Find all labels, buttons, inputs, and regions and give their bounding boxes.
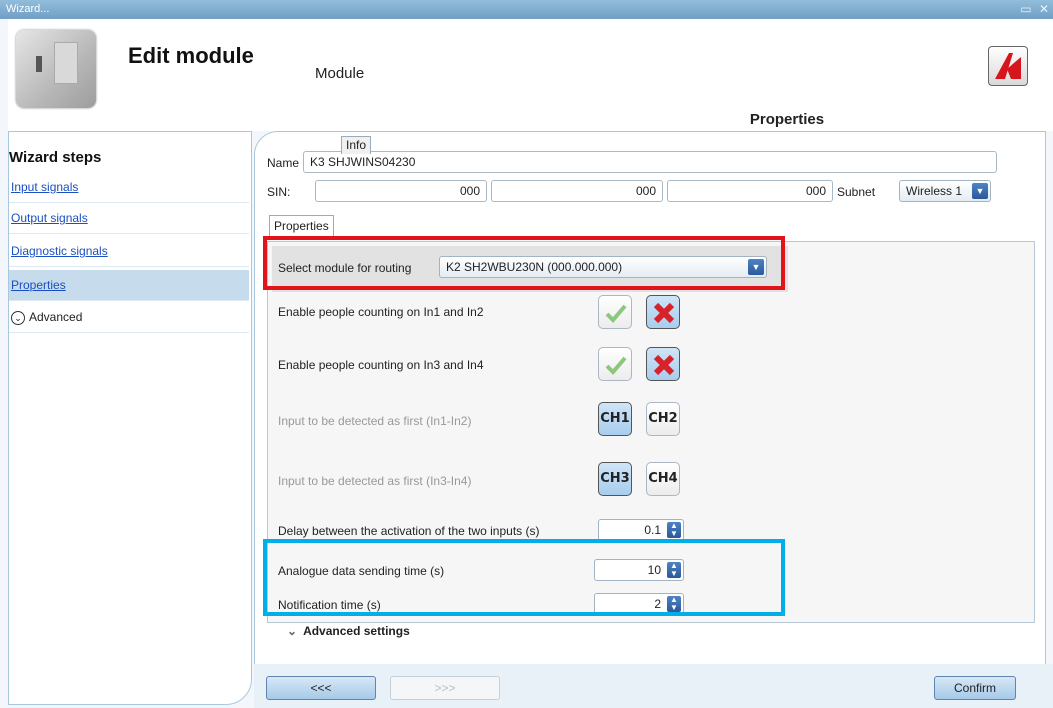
ch3-button[interactable]: CH3 bbox=[598, 462, 632, 496]
sin-field-1[interactable]: 000 bbox=[315, 180, 487, 202]
tab-properties[interactable]: Properties bbox=[269, 215, 334, 236]
sidebar-item-properties[interactable]: Properties bbox=[9, 270, 249, 301]
sidebar-item-diagnostic-signals[interactable]: Diagnostic signals bbox=[9, 236, 249, 267]
properties-header-tab: Properties bbox=[610, 110, 964, 130]
delay-stepper[interactable]: 0.1 ▲ ▼ bbox=[598, 519, 684, 541]
chevron-down-icon: ⌄ bbox=[287, 624, 298, 638]
name-label: Name bbox=[267, 156, 300, 170]
sin-field-3[interactable]: 000 bbox=[667, 180, 833, 202]
check-icon bbox=[605, 304, 627, 323]
ch4-button[interactable]: CH4 bbox=[646, 462, 680, 496]
advanced-settings-toggle[interactable]: ⌄ Advanced settings bbox=[287, 624, 410, 638]
ch2-button[interactable]: CH2 bbox=[646, 402, 680, 436]
people-counting-12-enable-button[interactable] bbox=[598, 295, 632, 329]
maximize-icon[interactable]: ▭ bbox=[1020, 2, 1031, 16]
people-counting-34-label: Enable people counting on In3 and In4 bbox=[278, 358, 484, 372]
back-button[interactable]: <<< bbox=[266, 676, 376, 700]
cross-icon bbox=[653, 302, 675, 324]
delay-label: Delay between the activation of the two … bbox=[278, 524, 540, 538]
spinner-arrows-icon[interactable]: ▲ ▼ bbox=[667, 522, 681, 538]
sidebar-item-output-signals[interactable]: Output signals bbox=[9, 203, 249, 234]
module-image bbox=[16, 30, 96, 108]
chevron-down-icon: ⌄ bbox=[11, 310, 25, 325]
subnet-select[interactable]: Wireless 1 ▼ bbox=[899, 180, 991, 202]
page-subtitle: Module bbox=[315, 65, 365, 82]
wizard-steps-sidebar: Wizard steps Input signals Output signal… bbox=[8, 131, 252, 705]
people-counting-12-label: Enable people counting on In1 and In2 bbox=[278, 305, 484, 319]
brand-logo-icon bbox=[988, 46, 1028, 86]
name-field[interactable]: K3 SHJWINS04230 bbox=[303, 151, 997, 173]
subnet-label: Subnet bbox=[837, 185, 876, 199]
window-title: Wizard... bbox=[6, 3, 50, 15]
confirm-button[interactable]: Confirm bbox=[934, 676, 1016, 700]
title-bar: Wizard... ▭ ✕ bbox=[0, 0, 1053, 19]
sin-field-2[interactable]: 000 bbox=[491, 180, 663, 202]
sidebar-link[interactable]: Properties bbox=[11, 278, 66, 292]
tab-info[interactable]: Info bbox=[341, 136, 372, 154]
timing-highlight bbox=[263, 539, 785, 616]
sidebar-link[interactable]: Output signals bbox=[11, 211, 88, 225]
sidebar-item-advanced[interactable]: ⌄ Advanced bbox=[9, 302, 249, 333]
sidebar-item-input-signals[interactable]: Input signals bbox=[9, 172, 249, 203]
people-counting-34-enable-button[interactable] bbox=[598, 347, 632, 381]
sidebar-link[interactable]: Diagnostic signals bbox=[11, 244, 108, 258]
dropdown-arrow-icon: ▼ bbox=[972, 183, 988, 199]
wizard-window: Wizard... ▭ ✕ Edit module Module Propert… bbox=[0, 0, 1053, 708]
check-icon bbox=[605, 356, 627, 375]
people-counting-34-disable-button[interactable] bbox=[646, 347, 680, 381]
cross-icon bbox=[653, 354, 675, 376]
first-input-12-label: Input to be detected as first (In1-In2) bbox=[278, 414, 472, 428]
next-button[interactable]: >>> bbox=[390, 676, 500, 700]
routing-highlight bbox=[263, 236, 785, 290]
footer-bar: <<< >>> Confirm bbox=[254, 664, 1053, 708]
people-counting-12-disable-button[interactable] bbox=[646, 295, 680, 329]
close-icon[interactable]: ✕ bbox=[1039, 2, 1049, 16]
sidebar-link[interactable]: Input signals bbox=[11, 180, 78, 194]
wizard-steps-title: Wizard steps bbox=[9, 149, 102, 166]
sin-label: SIN: bbox=[267, 185, 291, 199]
page-title: Edit module bbox=[128, 43, 254, 68]
ch1-button[interactable]: CH1 bbox=[598, 402, 632, 436]
first-input-34-label: Input to be detected as first (In3-In4) bbox=[278, 474, 472, 488]
